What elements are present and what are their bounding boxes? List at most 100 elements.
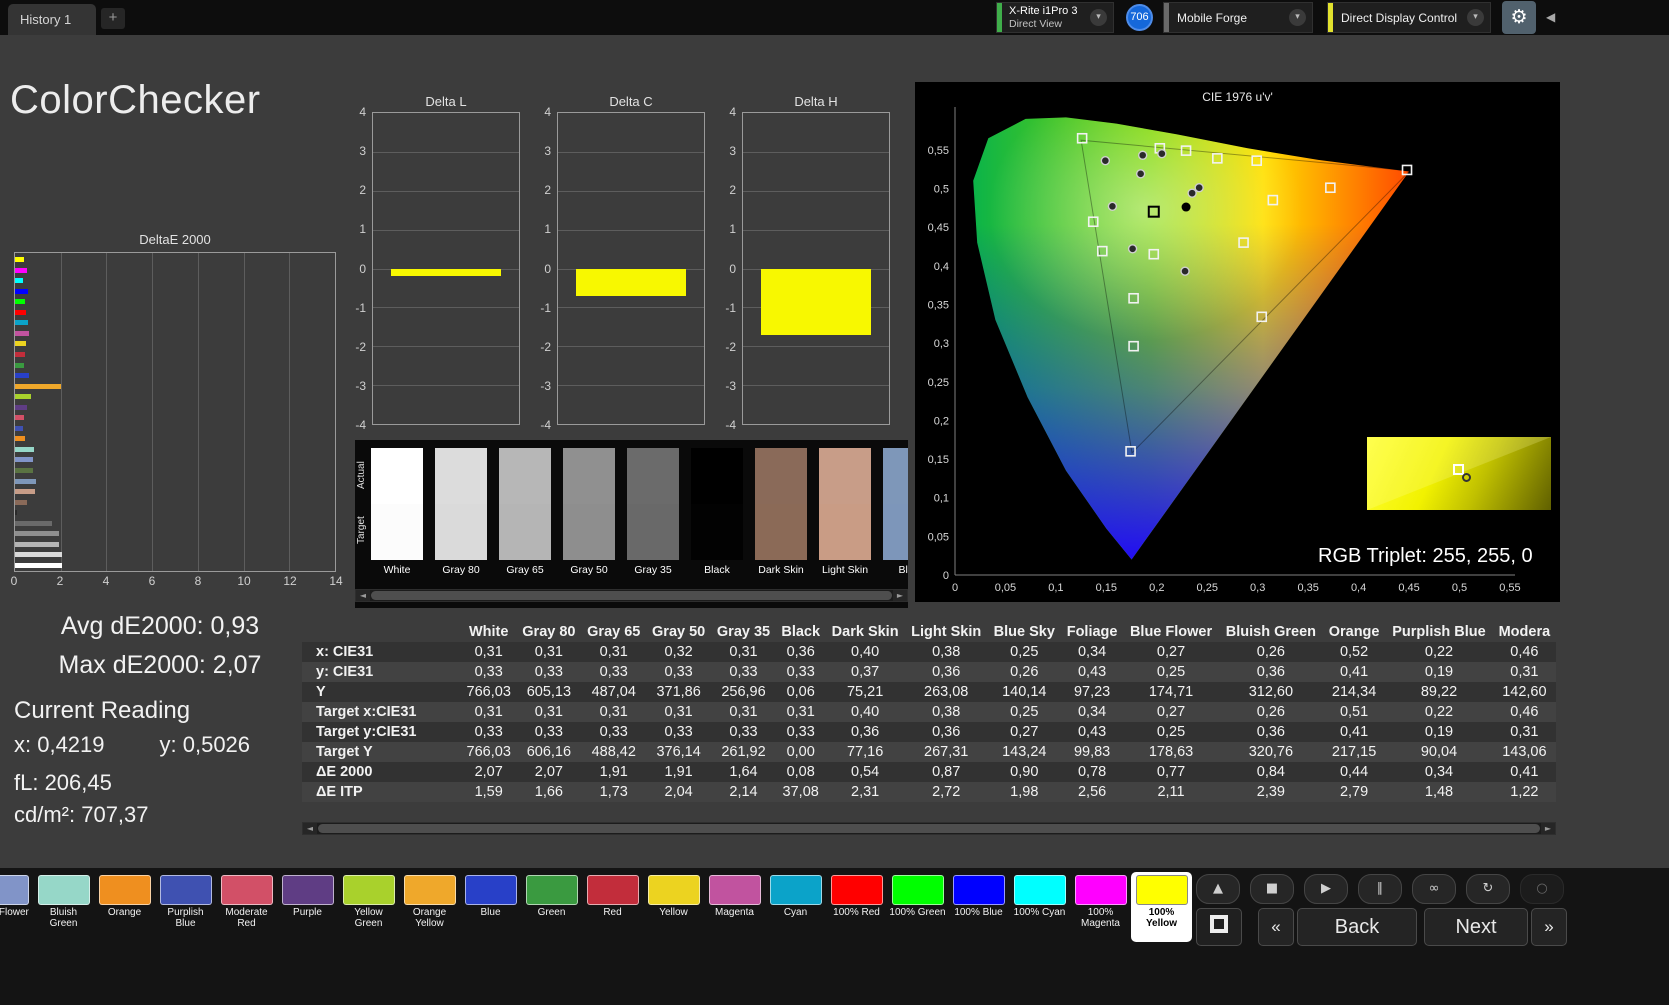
chart-title: Delta H — [794, 94, 838, 109]
gridline — [743, 346, 889, 348]
history-tab[interactable]: History 1 — [8, 4, 96, 35]
measurement-count-badge: 706 — [1126, 4, 1153, 31]
xy-reading: x: 0,4219 y: 0,5026 — [14, 732, 250, 758]
add-tab-button[interactable]: + — [101, 8, 125, 29]
table-cell: 77,16 — [846, 744, 884, 760]
workflow-dropdown[interactable]: Direct Display Control ▾ — [1327, 2, 1491, 33]
continuous-measure-button[interactable]: ∞ — [1412, 874, 1456, 904]
table-cell: 0,31 — [1510, 724, 1539, 740]
table-cell: 0,27 — [1156, 644, 1186, 660]
deltae-bar — [15, 468, 33, 473]
measured-point — [1157, 149, 1167, 159]
results-table: White Gray 80 Gray 65 Gray 50 Gray 35 Black Da… — [302, 622, 1556, 802]
scroll-left-icon[interactable]: ◄ — [356, 590, 370, 601]
target-color — [627, 504, 679, 560]
gridline — [373, 307, 519, 309]
table-scrollbar[interactable]: ◄ ► — [302, 822, 1556, 835]
fl-reading: fL: 206,45 — [14, 770, 112, 795]
source-dropdown[interactable]: Mobile Forge ▾ — [1163, 2, 1313, 33]
row-header: Target y:CIE31 — [316, 724, 417, 740]
meter-dropdown[interactable]: X-Rite i1Pro 3 Direct View ▾ — [996, 2, 1114, 33]
scroll-right-icon[interactable]: ► — [893, 590, 907, 601]
stop-button[interactable]: ■ — [1250, 874, 1294, 904]
table-row: ΔE 2000 2,07 2,07 1,91 1,91 1,64 0,08 0,54 0,87 0… — [302, 762, 1556, 782]
cie-diagram: 00 0,05 0,05 0,1 0,1 0,15 0,15 0,2 0,2 0,25 0,25 0,… — [928, 107, 1521, 594]
y-reading: y: 0,5026 — [159, 732, 251, 757]
table-cell: 0,22 — [1424, 704, 1454, 720]
actual-color — [435, 448, 487, 504]
delta-l-chart: Delta L 4 3 2 1 0 -1 -2 -3 -4 — [355, 94, 520, 432]
deltae-bar — [15, 278, 24, 284]
loop-button[interactable]: ↻ — [1466, 874, 1510, 904]
collapse-arrow-icon[interactable]: ◀ — [1546, 10, 1555, 24]
measured-point — [1137, 150, 1148, 160]
column-header: Black — [781, 624, 821, 640]
swatch-scroll-thumb[interactable] — [371, 591, 892, 600]
table-cell: 0,31 — [1510, 664, 1539, 680]
pause-button[interactable]: ∥ — [1358, 874, 1402, 904]
play-button[interactable]: ▶ — [1304, 874, 1348, 904]
y-tick-label: -2 — [355, 339, 366, 354]
previous-page-button[interactable]: « — [1258, 908, 1294, 946]
deltae-bar — [15, 425, 23, 431]
forward-page-button[interactable]: » — [1531, 908, 1567, 946]
table-cell: 0,31 — [729, 704, 758, 720]
chevron-down-icon[interactable]: ▾ — [1467, 9, 1484, 26]
colorchecker-swatch — [627, 448, 679, 560]
back-button[interactable]: Back — [1297, 908, 1417, 946]
table-cell: 267,31 — [924, 744, 969, 760]
deltae-bar — [15, 457, 33, 463]
rgb-preview-swatch — [1367, 437, 1551, 510]
chevron-down-icon[interactable]: ▾ — [1289, 9, 1306, 26]
table-scroll-thumb[interactable] — [318, 824, 1540, 833]
svg-text:0,55: 0,55 — [928, 145, 949, 157]
table-row: Target Y 766,03 606,16 488,42 376,14 261,92 0,… — [302, 742, 1556, 762]
eject-button[interactable]: ▲ — [1196, 874, 1240, 904]
pattern-window-button[interactable] — [1196, 908, 1242, 946]
status-indicator-button[interactable]: ○ — [1520, 874, 1564, 904]
table-cell: 174,71 — [1148, 684, 1194, 700]
table-row: Y 766,03 605,13 487,04 371,86 256,96 0,06 75,21… — [302, 682, 1556, 702]
settings-gear-icon[interactable]: ⚙ — [1502, 1, 1536, 34]
gridline — [558, 346, 704, 348]
column-header: Light Skin — [911, 624, 982, 640]
colorchecker-swatch — [371, 448, 423, 560]
table-cell: 0,36 — [932, 664, 961, 680]
table-cell: 0,32 — [664, 644, 693, 660]
table-cell: 0,00 — [786, 744, 815, 760]
table-cell: 0,33 — [474, 724, 503, 740]
column-header: Gray 80 — [522, 624, 576, 640]
y-tick-label: -4 — [725, 418, 736, 432]
table-cell: 320,76 — [1248, 744, 1294, 760]
swatch-scrollbar[interactable]: ◄ ► — [355, 589, 908, 602]
table-row: x: CIE31 0,31 0,31 0,31 0,32 0,31 0,36 0,40 0,38… — [302, 642, 1556, 662]
actual-color — [883, 448, 908, 504]
gridline — [373, 151, 519, 153]
chevron-down-icon[interactable]: ▾ — [1090, 9, 1107, 26]
table-cell: 0,33 — [534, 724, 563, 740]
y-tick-label: 4 — [544, 105, 551, 119]
next-button[interactable]: Next — [1424, 908, 1528, 946]
svg-text:0,3: 0,3 — [1250, 582, 1265, 594]
table-cell: 0,41 — [1510, 764, 1539, 780]
scroll-left-icon[interactable]: ◄ — [303, 823, 317, 834]
table-cell: 0,19 — [1424, 664, 1454, 680]
deltae-bar — [15, 383, 61, 389]
y-tick-label: -3 — [540, 378, 551, 393]
svg-text:0,45: 0,45 — [928, 222, 949, 234]
table-cell: 0,37 — [851, 664, 880, 680]
gridline — [558, 385, 704, 387]
column-header: Gray 35 — [716, 624, 771, 640]
scroll-right-icon[interactable]: ► — [1541, 823, 1555, 834]
table-cell: 0,36 — [1256, 664, 1285, 680]
table-cell: 0,52 — [1339, 644, 1369, 660]
table-cell: 2,56 — [1077, 784, 1107, 800]
y-tick-label: 3 — [544, 144, 551, 159]
table-row: y: CIE31 0,33 0,33 0,33 0,33 0,33 0,33 0,37 0,36… — [302, 662, 1556, 682]
y-tick-label: -2 — [540, 339, 551, 354]
gridline — [197, 253, 199, 571]
swatch-label: Light Skin — [821, 564, 869, 576]
target-color — [563, 504, 615, 560]
swatch-label: White — [383, 564, 411, 576]
table-cell: 0,31 — [534, 704, 563, 720]
